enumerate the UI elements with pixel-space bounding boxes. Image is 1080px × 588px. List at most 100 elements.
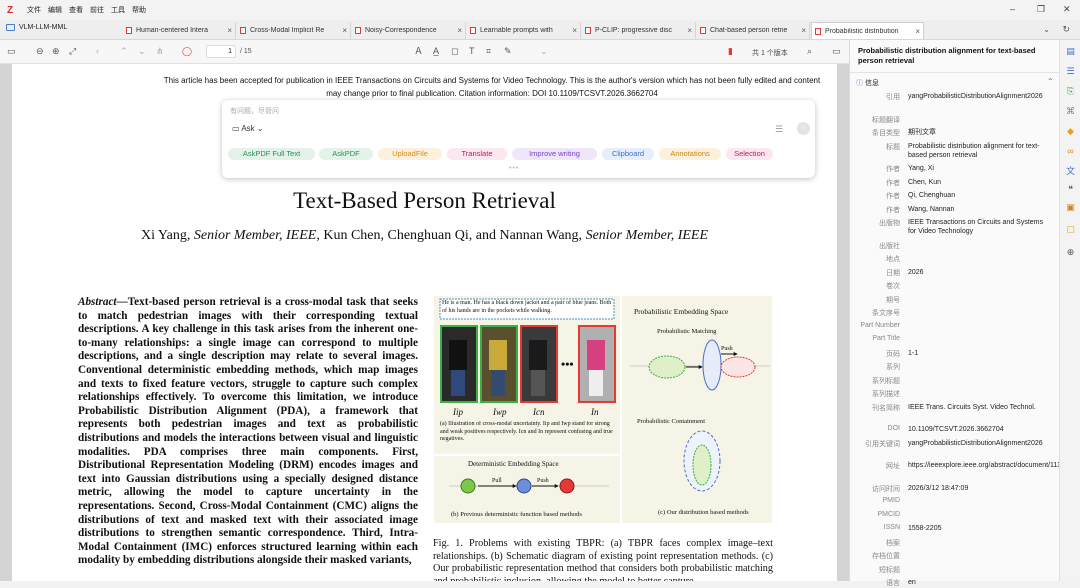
field-label: DOI: [887, 425, 900, 432]
side-pane-toggle-icon[interactable]: ▭: [832, 46, 841, 56]
collapse-icon[interactable]: ⌃: [1047, 77, 1054, 86]
tab-document-2[interactable]: Cross-Modal Implicit Re ×: [237, 22, 351, 39]
drag-handle-icon[interactable]: •••: [509, 165, 519, 172]
record-icon[interactable]: ◯: [182, 46, 192, 56]
close-icon[interactable]: ✕: [1063, 4, 1071, 15]
field-value[interactable]: Wang, Nannan: [908, 205, 1053, 214]
minimize-icon[interactable]: –: [1010, 4, 1015, 14]
translate-icon[interactable]: 文: [1065, 166, 1076, 176]
text-select-icon[interactable]: Ａ: [414, 46, 423, 56]
label-iip: Iip: [452, 407, 463, 417]
menu-tools[interactable]: 工具: [111, 5, 125, 15]
field-value[interactable]: 2026/3/12 18:47:09: [908, 484, 1053, 493]
close-tab-icon[interactable]: ×: [227, 26, 232, 35]
close-tab-icon[interactable]: ×: [457, 26, 462, 35]
pill-upload-file[interactable]: UploadFile: [378, 148, 442, 160]
menu-go[interactable]: 前往: [90, 5, 104, 15]
tab-document-5[interactable]: P-CLIP: progressive disc ×: [582, 22, 696, 39]
close-tab-icon[interactable]: ×: [915, 27, 920, 36]
close-tab-icon[interactable]: ×: [572, 26, 577, 35]
color-dropdown-icon[interactable]: ⌄: [540, 46, 548, 56]
menu-view[interactable]: 查看: [69, 5, 83, 15]
settings-sliders-icon[interactable]: ☰: [775, 124, 783, 135]
field-value[interactable]: yangProbabilisticDistributionAlignment20…: [908, 439, 1053, 448]
tag-icon[interactable]: ◆: [1065, 126, 1076, 136]
library-tab[interactable]: VLM-LLM-MML: [6, 24, 67, 31]
figure-caption-b: (b) Previous deterministic function base…: [451, 511, 582, 518]
info-section-header[interactable]: ⓘ 信息: [856, 78, 879, 88]
abstract-icon[interactable]: ☰: [1065, 66, 1076, 76]
quote-icon[interactable]: ❝: [1065, 184, 1076, 194]
pill-translate[interactable]: Translate: [447, 148, 507, 160]
ask-pdf-panel[interactable]: 有问题，尽管问 ▭ Ask ⌄ ☰ ↑ AskPDF Full Text Ask…: [222, 100, 815, 178]
menu-help[interactable]: 帮助: [132, 5, 146, 15]
field-value[interactable]: Yang, Xi: [908, 164, 1053, 173]
field-value[interactable]: Probabilistic distribution alignment for…: [908, 142, 1053, 160]
zoom-fit-icon[interactable]: ⤢: [69, 46, 76, 56]
ask-mode-dropdown[interactable]: ▭ Ask ⌄: [232, 124, 264, 133]
refresh-icon[interactable]: ↻: [1062, 24, 1070, 35]
search-icon[interactable]: ⌕: [807, 46, 812, 56]
menu-edit[interactable]: 编辑: [48, 5, 62, 15]
chevron-down-icon[interactable]: ⌄: [1043, 25, 1050, 34]
area-select-icon[interactable]: ⌗: [486, 46, 491, 56]
annotation-dropdown-icon[interactable]: ⋔: [156, 46, 164, 56]
pill-selection[interactable]: Selection: [726, 148, 773, 160]
close-tab-icon[interactable]: ×: [687, 26, 692, 35]
menu-file[interactable]: 文件: [27, 5, 41, 15]
field-value[interactable]: 期刊文章: [908, 128, 1053, 137]
bookmark-icon[interactable]: ▮: [728, 46, 733, 56]
ink-icon[interactable]: ✎: [504, 46, 512, 56]
tab-document-3[interactable]: Noisy-Correspondence ×: [352, 22, 466, 39]
sticky-note-icon[interactable]: ▢: [1065, 224, 1076, 234]
back-icon[interactable]: ‹: [96, 46, 99, 56]
highlight-icon[interactable]: A̲: [433, 46, 439, 56]
link-icon[interactable]: ⌘: [1065, 106, 1076, 116]
zoom-in-icon[interactable]: ⊕: [52, 46, 60, 56]
locate-icon[interactable]: ⊕: [1065, 247, 1076, 257]
info-icon[interactable]: ▤: [1065, 46, 1076, 56]
field-value[interactable]: 1-1: [908, 349, 1053, 358]
field-value[interactable]: Chen, Kun: [908, 178, 1053, 187]
pdf-page[interactable]: This article has been accepted for publi…: [12, 64, 837, 581]
tab-document-active[interactable]: Probabilistic distribution ×: [811, 22, 924, 39]
page-up-icon[interactable]: ⌃: [120, 46, 128, 56]
field-value[interactable]: IEEE Transactions on Circuits and System…: [908, 218, 1053, 236]
pill-annotations[interactable]: Annotations: [659, 148, 721, 160]
page-down-icon[interactable]: ⌄: [138, 46, 146, 56]
pdf-viewer[interactable]: This article has been accepted for publi…: [0, 64, 849, 581]
field-label: 日期: [886, 269, 900, 277]
field-value[interactable]: 10.1109/TCSVT.2026.3662704: [908, 425, 1053, 434]
field-value[interactable]: Qi, Chenghuan: [908, 191, 1053, 200]
tab-document-1[interactable]: Human-centered Intera ×: [123, 22, 236, 39]
close-tab-icon[interactable]: ×: [801, 26, 806, 35]
tab-document-6[interactable]: Chat-based person retrie ×: [697, 22, 810, 39]
tab-document-4[interactable]: Learnable prompts with ×: [467, 22, 581, 39]
pill-askpdf[interactable]: AskPDF: [319, 148, 373, 160]
restore-icon[interactable]: ❐: [1037, 4, 1045, 15]
field-value[interactable]: 1558-2205: [908, 524, 1053, 533]
note-icon[interactable]: ▣: [1065, 202, 1076, 212]
page-number-input[interactable]: 1: [206, 45, 236, 58]
text-icon[interactable]: T: [469, 46, 475, 56]
sidebar-toggle-icon[interactable]: ▭: [7, 46, 16, 56]
field-value[interactable]: en: [908, 578, 1053, 587]
paper-authors: Xi Yang, Senior Member, IEEE, Kun Chen, …: [140, 228, 709, 243]
field-value[interactable]: yangProbabilisticDistributionAlignment20…: [908, 92, 1053, 101]
close-tab-icon[interactable]: ×: [342, 26, 347, 35]
version-label[interactable]: 共 1 个版本: [752, 48, 788, 58]
field-value[interactable]: https://ieeexplore.ieee.org/abstract/doc…: [908, 461, 1080, 470]
figure-1: He is a man. He has a black down jacket …: [434, 296, 772, 523]
ask-input[interactable]: 有问题，尽管问: [230, 106, 279, 116]
related-icon[interactable]: ∞: [1065, 146, 1076, 156]
send-icon[interactable]: ↑: [797, 122, 810, 135]
pill-improve-writing[interactable]: Improve writing: [512, 148, 597, 160]
field-label: 作者: [886, 193, 900, 200]
field-value[interactable]: IEEE Trans. Circuits Syst. Video Technol…: [908, 403, 1053, 412]
note-icon[interactable]: ◻: [451, 46, 458, 56]
pill-askpdf-full-text[interactable]: AskPDF Full Text: [228, 148, 315, 160]
attachment-icon[interactable]: ⎘: [1065, 86, 1076, 96]
field-value[interactable]: 2026: [908, 268, 1053, 277]
zoom-out-icon[interactable]: ⊖: [36, 46, 44, 56]
pill-clipboard[interactable]: Clipboard: [602, 148, 654, 160]
